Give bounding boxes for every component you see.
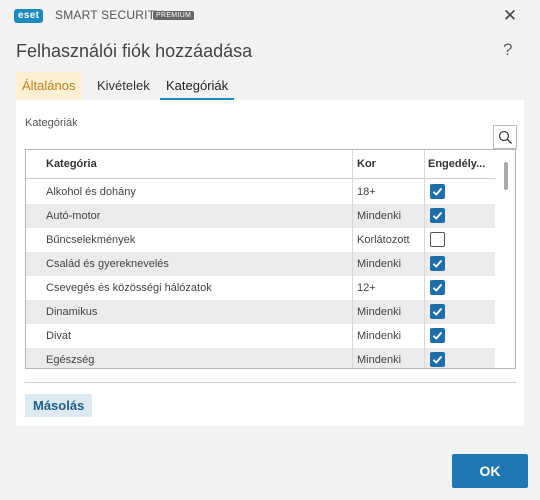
- allowed-checkbox[interactable]: [430, 184, 445, 199]
- column-header-allowed[interactable]: Engedély...: [428, 150, 492, 178]
- column-divider: [424, 150, 425, 368]
- column-divider: [352, 150, 353, 368]
- allowed-checkbox[interactable]: [430, 328, 445, 343]
- age-rating: 12+: [357, 282, 376, 294]
- age-rating: Mindenki: [357, 258, 402, 270]
- allowed-checkbox[interactable]: [430, 280, 445, 295]
- allowed-checkbox[interactable]: [430, 256, 445, 271]
- edition-badge: PREMIUM: [153, 11, 195, 20]
- category-name: Alkohol és dohány: [46, 186, 136, 198]
- category-name: Autó-motor: [46, 210, 101, 222]
- categories-panel: Kategóriák Kategória Kor Engedély... Alk…: [16, 100, 524, 426]
- age-rating: Mindenki: [357, 210, 402, 222]
- checkmark-icon: [432, 259, 443, 268]
- search-button[interactable]: [493, 125, 517, 149]
- product-name: SMART SECURITY: [55, 8, 164, 22]
- allowed-checkbox[interactable]: [430, 208, 445, 223]
- checkmark-icon: [432, 283, 443, 292]
- allowed-checkbox[interactable]: [430, 304, 445, 319]
- category-name: Bűncselekmények: [46, 234, 136, 246]
- age-rating: Mindenki: [357, 330, 402, 342]
- section-label: Kategóriák: [25, 117, 78, 129]
- search-icon: [498, 130, 512, 144]
- checkmark-icon: [432, 355, 443, 364]
- tab-categories[interactable]: Kategóriák: [160, 72, 235, 100]
- divider: [25, 382, 516, 383]
- help-icon[interactable]: ?: [503, 40, 512, 60]
- copy-button[interactable]: Másolás: [25, 394, 93, 417]
- checkmark-icon: [432, 187, 443, 196]
- checkmark-icon: [432, 307, 443, 316]
- categories-table: Kategória Kor Engedély... Alkohol és doh…: [25, 149, 516, 369]
- checkmark-icon: [432, 331, 443, 340]
- allowed-checkbox[interactable]: [430, 352, 445, 367]
- category-name: Dinamikus: [46, 306, 98, 318]
- title-bar: eset SMART SECURITY PREMIUM ✕: [0, 0, 540, 32]
- category-name: Család és gyereknevelés: [46, 258, 169, 270]
- age-rating: Korlátozott: [357, 234, 410, 246]
- age-rating: Mindenki: [357, 354, 402, 366]
- tab-bar: Általános Kivételek Kategóriák: [16, 72, 524, 100]
- eset-logo: eset: [14, 9, 44, 23]
- dialog-title: Felhasználói fiók hozzáadása: [16, 41, 253, 61]
- category-name: Csevegés és közösségi hálózatok: [46, 282, 212, 294]
- age-rating: Mindenki: [357, 306, 402, 318]
- column-header-age[interactable]: Kor: [357, 150, 376, 178]
- ok-button[interactable]: OK: [452, 454, 528, 488]
- scrollbar-thumb[interactable]: [504, 162, 508, 190]
- close-icon[interactable]: ✕: [500, 6, 520, 26]
- column-header-category[interactable]: Kategória: [46, 150, 97, 178]
- category-name: Divat: [46, 330, 72, 342]
- checkmark-icon: [432, 211, 443, 220]
- tab-general[interactable]: Általános: [16, 72, 82, 100]
- age-rating: 18+: [357, 186, 376, 198]
- tab-exceptions[interactable]: Kivételek: [91, 72, 156, 100]
- allowed-checkbox[interactable]: [430, 232, 445, 247]
- category-name: Egészség: [46, 354, 95, 366]
